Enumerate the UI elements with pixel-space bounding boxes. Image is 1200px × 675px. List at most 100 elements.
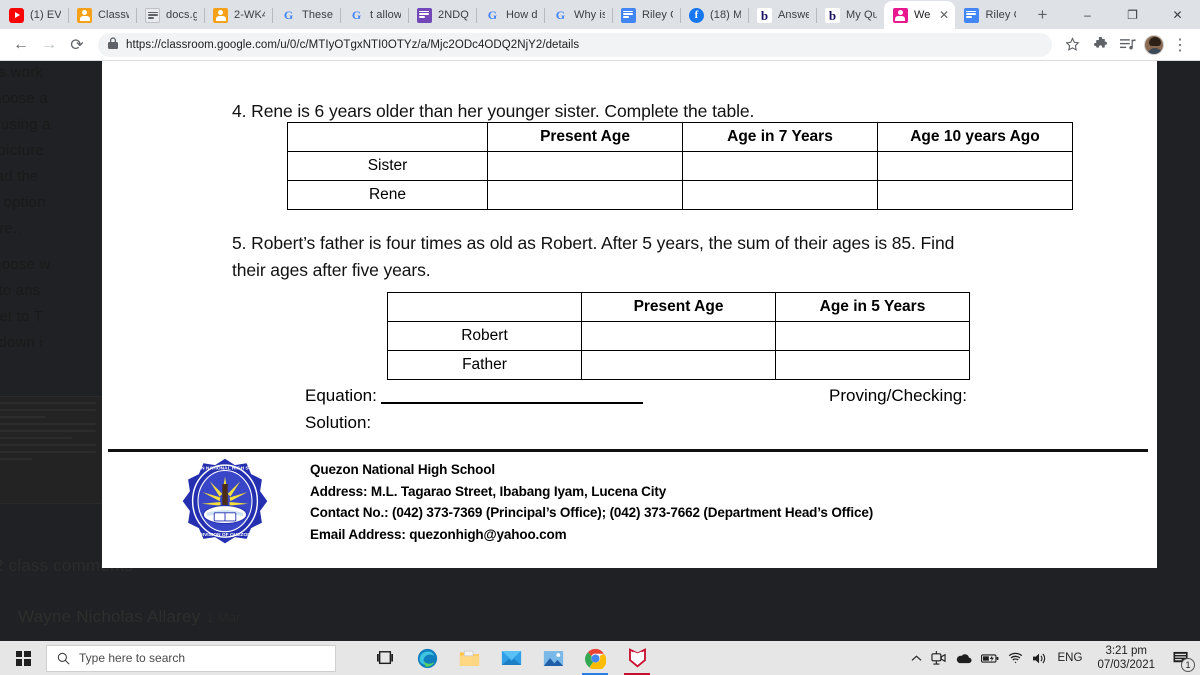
table-answer-cell[interactable] [487, 151, 683, 181]
table-row: Father [387, 350, 970, 380]
table-answer-cell[interactable] [487, 180, 683, 210]
bookmark-star-icon[interactable] [1060, 33, 1084, 57]
wifi-icon[interactable] [1008, 652, 1023, 664]
clock[interactable]: 3:21 pm 07/03/2021 [1097, 644, 1155, 672]
new-tab-button[interactable]: + [1029, 2, 1055, 28]
browser-tab[interactable]: f (18) M [679, 1, 748, 29]
window-controls: – ❐ ✕ [1065, 0, 1200, 29]
instruction-line: take picture [0, 142, 44, 159]
onedrive-icon[interactable] [955, 653, 972, 664]
reload-button[interactable]: ⟳ [64, 32, 90, 58]
instruction-line: er here.. [0, 220, 22, 237]
browser-tab[interactable]: b My Qu [815, 1, 884, 29]
browser-tab[interactable]: docs.g [136, 1, 204, 29]
worksheet-document: 4. Rene is 6 years older than her younge… [102, 61, 1157, 568]
show-hidden-icons-button[interactable] [911, 654, 922, 663]
attachment-thumbnail-card[interactable] [0, 396, 105, 504]
browser-tab[interactable]: G These [272, 1, 340, 29]
google-chrome-icon[interactable] [574, 641, 616, 675]
notification-center-button[interactable]: 1 [1168, 645, 1195, 672]
brainly-icon: b [756, 7, 772, 23]
minimize-button[interactable]: – [1065, 0, 1110, 29]
table-header-cell: Age in 7 Years [682, 122, 878, 152]
browser-tab[interactable]: 2-WK4 [204, 1, 272, 29]
table-answer-cell[interactable] [581, 321, 776, 351]
taskbar-search-input[interactable]: Type here to search [46, 644, 336, 672]
brainly-icon: b [824, 7, 840, 23]
solution-label: Solution: [305, 413, 372, 432]
browser-tab[interactable]: G How d [475, 1, 544, 29]
browser-tab-strip: (1) EVE Classw docs.g 2-WK4 G These Gt allow 2N… [0, 0, 1200, 29]
table-answer-cell[interactable] [877, 151, 1073, 181]
microsoft-edge-icon[interactable] [406, 641, 448, 675]
photos-icon[interactable] [532, 641, 574, 675]
tab-title: Riley C [641, 9, 673, 21]
table-answer-cell[interactable] [682, 180, 878, 210]
instruction-line: nent down i [0, 334, 43, 351]
mail-icon[interactable] [490, 641, 532, 675]
preview-scrollbar[interactable] [1153, 61, 1157, 568]
table-row-label: Sister [287, 151, 488, 181]
tab-title: docs.g [166, 9, 197, 21]
address-bar[interactable]: https://classroom.google.com/u/0/c/MTIyO… [98, 32, 1052, 57]
task-view-icon[interactable] [364, 641, 406, 675]
tab-title: (18) M [709, 9, 741, 21]
browser-tab[interactable]: Gt allow [340, 1, 408, 29]
tab-title: My Qu [845, 9, 877, 21]
browser-toolbar: ← → ⟳ https://classroom.google.com/u/0/c… [0, 29, 1200, 61]
start-button[interactable] [0, 641, 46, 675]
language-indicator[interactable]: ENG [1058, 652, 1083, 664]
browser-tab[interactable]: Riley C [611, 1, 680, 29]
tab-separator [884, 8, 885, 23]
browser-tab[interactable]: b Answe [747, 1, 816, 29]
table-answer-cell[interactable] [682, 151, 878, 181]
maximize-button[interactable]: ❐ [1110, 0, 1155, 29]
tab-title: 2-WK4 [234, 9, 265, 21]
chrome-menu-icon[interactable]: ⋮ [1168, 33, 1192, 57]
table-row-label: Robert [387, 321, 582, 351]
volume-icon[interactable] [1032, 652, 1047, 665]
camera-icon[interactable] [930, 651, 946, 665]
close-window-button[interactable]: ✕ [1155, 0, 1200, 29]
tab-list: (1) EVE Classw docs.g 2-WK4 G These Gt allow 2N… [0, 0, 1023, 29]
table-answer-cell[interactable] [775, 350, 970, 380]
google-classroom-icon [77, 7, 92, 23]
close-tab-button[interactable]: ✕ [936, 8, 951, 23]
school-contact: Contact No.: (042) 373-7369 (Principal’s… [310, 505, 874, 520]
tab-title: How d [505, 9, 537, 21]
table-row: Robert [387, 321, 970, 351]
battery-icon[interactable] [980, 653, 999, 664]
mcafee-icon[interactable] [616, 641, 658, 675]
table-row: Rene [287, 180, 1073, 210]
tab-separator [136, 8, 137, 23]
browser-tab[interactable]: 2NDQ [408, 1, 476, 29]
windows-taskbar: Type here to search ENG 3:21 pm 07/03/20… [0, 641, 1200, 675]
tab-title: Riley C [985, 9, 1016, 21]
tab-title: 2NDQ [438, 9, 469, 21]
browser-tab[interactable]: We ✕ [883, 1, 956, 29]
browser-tab[interactable]: G Why is [543, 1, 612, 29]
back-button[interactable]: ← [8, 32, 34, 58]
media-playlist-icon[interactable] [1116, 33, 1140, 57]
tab-separator [955, 8, 956, 23]
svg-text:QUEZON NATIONAL HIGH SCHOOL: QUEZON NATIONAL HIGH SCHOOL [184, 466, 266, 472]
tab-separator [340, 8, 341, 23]
equation-row: Equation: [305, 386, 643, 406]
tab-title: Why is [573, 9, 605, 21]
footer-divider [108, 449, 1148, 452]
table-answer-cell[interactable] [775, 321, 970, 351]
comment-date: 1 Mar [206, 610, 241, 625]
extensions-puzzle-icon[interactable] [1088, 33, 1112, 57]
file-explorer-icon[interactable] [448, 641, 490, 675]
browser-tab[interactable]: (1) EVE [0, 1, 68, 29]
table-row: Sister [287, 151, 1073, 181]
table-answer-cell[interactable] [877, 180, 1073, 210]
tab-separator [543, 8, 545, 23]
clock-time: 3:21 pm [1105, 645, 1147, 657]
table-answer-cell[interactable] [581, 350, 776, 380]
equation-blank-line[interactable] [380, 390, 643, 404]
forward-button[interactable]: → [36, 32, 62, 58]
profile-avatar[interactable] [1144, 34, 1164, 55]
browser-tab[interactable]: Classw [68, 1, 136, 29]
browser-tab[interactable]: Riley C [955, 1, 1023, 29]
